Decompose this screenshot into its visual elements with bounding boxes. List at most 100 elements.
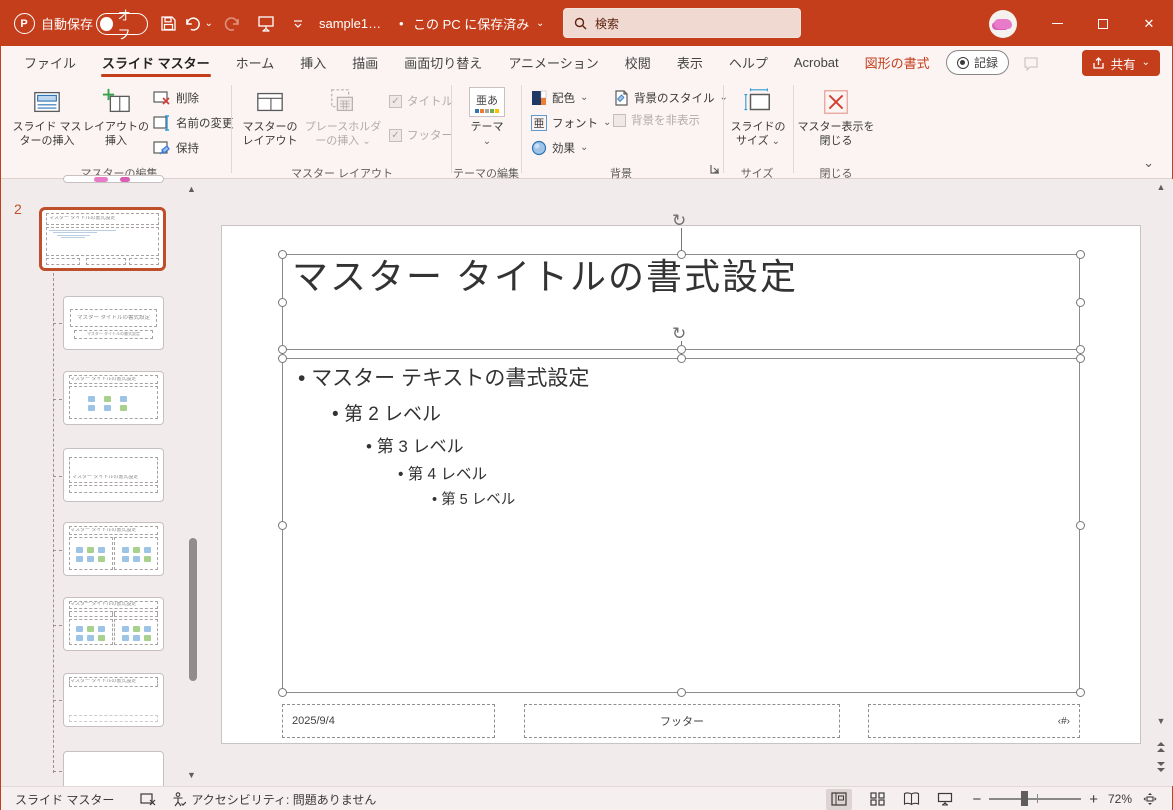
accessibility-status[interactable]: アクセシビリティ: 問題ありません (172, 791, 376, 808)
thumbnail-title-slide-layout[interactable]: マスター タイトルの書式設定 マスター タイトルの書式設定 (63, 296, 164, 350)
selection-handle[interactable] (278, 298, 287, 307)
selection-handle[interactable] (278, 354, 287, 363)
tab-transitions[interactable]: 画面切り替え (391, 46, 495, 79)
fonts-button[interactable]: 亜 フォント ⌄ (531, 112, 611, 134)
selection-handle[interactable] (1076, 354, 1085, 363)
tab-view[interactable]: 表示 (664, 46, 716, 79)
collapse-ribbon-chevron[interactable]: ⌄ (1143, 155, 1154, 171)
previous-slide-button[interactable] (1153, 741, 1169, 753)
title-checkbox[interactable]: ✓ タイトル (389, 93, 453, 109)
normal-view-button[interactable] (826, 788, 853, 810)
maximize-button[interactable] (1080, 1, 1126, 46)
reading-view-button[interactable] (898, 789, 924, 810)
tab-help[interactable]: ヘルプ (716, 46, 781, 79)
date-placeholder[interactable]: 2025/9/4 (282, 704, 495, 738)
search-input[interactable]: 検索 (563, 8, 801, 38)
selection-handle[interactable] (677, 688, 686, 697)
thumbnail-partial-top[interactable] (63, 175, 164, 183)
undo-button[interactable]: ⌄ (183, 1, 213, 46)
record-button[interactable]: 記録 (945, 50, 1009, 75)
selection-handle[interactable] (677, 250, 686, 259)
zoom-out-button[interactable]: − (972, 791, 981, 808)
insert-placeholder-button[interactable]: プレースホルダーの挿入 ⌄ (303, 83, 383, 163)
rotate-handle[interactable]: ↻ (672, 325, 686, 342)
fit-to-window-button[interactable] (1142, 792, 1158, 806)
tab-insert[interactable]: 挿入 (287, 46, 339, 79)
tab-draw[interactable]: 描画 (339, 46, 391, 79)
tab-file[interactable]: ファイル (11, 46, 89, 79)
insert-slide-master-button[interactable]: スライド マスターの挿入 (11, 83, 83, 163)
tab-slide-master[interactable]: スライド マスター (89, 46, 223, 79)
panel-scroll-down-icon[interactable]: ▼ (187, 771, 196, 780)
selection-handle[interactable] (1076, 250, 1085, 259)
save-location[interactable]: この PC に保存済み (413, 1, 529, 46)
close-master-view-button[interactable]: マスター表示を閉じる (797, 83, 875, 163)
tab-home[interactable]: ホーム (223, 46, 288, 79)
selection-handle[interactable] (1076, 298, 1085, 307)
tab-shape-format[interactable]: 図形の書式 (852, 46, 943, 79)
zoom-slider-thumb[interactable] (1021, 791, 1029, 807)
delete-button[interactable]: 削除 (153, 87, 199, 109)
thumbnail-comparison-layout[interactable]: マスター タイトルの書式設定 (63, 597, 164, 651)
dialog-launcher-icon[interactable] (709, 163, 721, 175)
master-layout-button[interactable]: マスターのレイアウト (239, 83, 301, 163)
slide-size-button[interactable]: スライドのサイズ ⌄ (727, 83, 789, 163)
master-body-text[interactable]: マスター テキストの書式設定 第 2 レベル 第 3 レベル 第 4 レベル 第… (298, 362, 1078, 509)
save-button[interactable] (153, 1, 183, 46)
tab-review[interactable]: 校閲 (612, 46, 664, 79)
zoom-in-button[interactable]: + (1089, 791, 1098, 808)
insert-layout-button[interactable]: レイアウトの挿入 (83, 83, 149, 163)
thumbnail-slide-master[interactable]: マスター タイトルの書式設定 (39, 207, 166, 271)
master-title-text[interactable]: マスター タイトルの書式設定 (292, 248, 1082, 300)
minimize-button[interactable] (1034, 1, 1080, 46)
preserve-button[interactable]: 保持 (153, 137, 199, 159)
thumbnail-title-only-layout[interactable]: マスター タイトルの書式設定 (63, 673, 164, 727)
rotate-handle[interactable]: ↻ (672, 212, 686, 229)
close-button[interactable]: ✕ (1126, 1, 1172, 46)
zoom-slider[interactable] (989, 791, 1082, 807)
powerpoint-app-icon[interactable]: P (11, 1, 37, 46)
share-button[interactable]: 共有 ⌄ (1081, 50, 1160, 76)
thumbnail-blank-layout[interactable] (63, 751, 164, 791)
panel-scroll-up-icon[interactable]: ▲ (187, 185, 196, 194)
zoom-level[interactable]: 72% (1108, 792, 1132, 806)
effects-button[interactable]: 効果 ⌄ (531, 137, 588, 159)
tab-acrobat[interactable]: Acrobat (781, 46, 852, 79)
slide-canvas[interactable]: マスター タイトルの書式設定 マスター テキストの書式設定 第 2 レベル 第 … (221, 212, 1141, 744)
selection-handle[interactable] (677, 354, 686, 363)
quick-access-toolbar-chevron[interactable] (283, 1, 313, 46)
display-settings-icon[interactable] (140, 792, 156, 806)
slide-sorter-view-button[interactable] (864, 789, 890, 810)
colors-button[interactable]: 配色 ⌄ (531, 87, 588, 109)
selection-handle[interactable] (278, 688, 287, 697)
autosave-toggle[interactable]: オフ (96, 1, 148, 46)
selection-handle[interactable] (1076, 345, 1085, 354)
slideshow-view-button[interactable] (932, 789, 958, 810)
selection-handle[interactable] (278, 345, 287, 354)
start-slideshow-button[interactable] (251, 1, 281, 46)
hide-background-checkbox[interactable]: 背景を非表示 (613, 112, 700, 128)
selection-handle[interactable] (278, 250, 287, 259)
user-avatar[interactable] (989, 10, 1017, 38)
comments-button[interactable] (1018, 52, 1044, 74)
footer-checkbox[interactable]: ✓ フッター (389, 127, 453, 143)
thumbnail-title-content-layout[interactable]: マスター タイトルの書式設定 (63, 371, 164, 425)
document-title[interactable]: sample1… (319, 1, 381, 46)
thumbnail-section-header-layout[interactable]: マスター タイトルの書式設定 (63, 448, 164, 502)
scroll-down-icon[interactable]: ▼ (1153, 717, 1169, 726)
selection-handle[interactable] (1076, 521, 1085, 530)
view-status-label[interactable]: スライド マスター (15, 791, 114, 808)
slide-number-placeholder[interactable]: ‹#› (868, 704, 1080, 738)
chevron-down-icon[interactable]: ⌄ (536, 1, 544, 46)
selection-handle[interactable] (677, 345, 686, 354)
next-slide-button[interactable] (1153, 761, 1169, 773)
panel-scrollbar-thumb[interactable] (189, 538, 197, 681)
background-styles-button[interactable]: 背景のスタイル⌄ (613, 87, 728, 109)
selection-handle[interactable] (1076, 688, 1085, 697)
selection-handle[interactable] (278, 521, 287, 530)
thumbnail-two-content-layout[interactable]: マスター タイトルの書式設定 (63, 522, 164, 576)
tab-animations[interactable]: アニメーション (495, 46, 611, 79)
rename-button[interactable]: 名前の変更 (153, 112, 234, 134)
themes-button[interactable]: 亜あ テーマ ⌄ (457, 83, 517, 163)
redo-button[interactable] (217, 1, 247, 46)
